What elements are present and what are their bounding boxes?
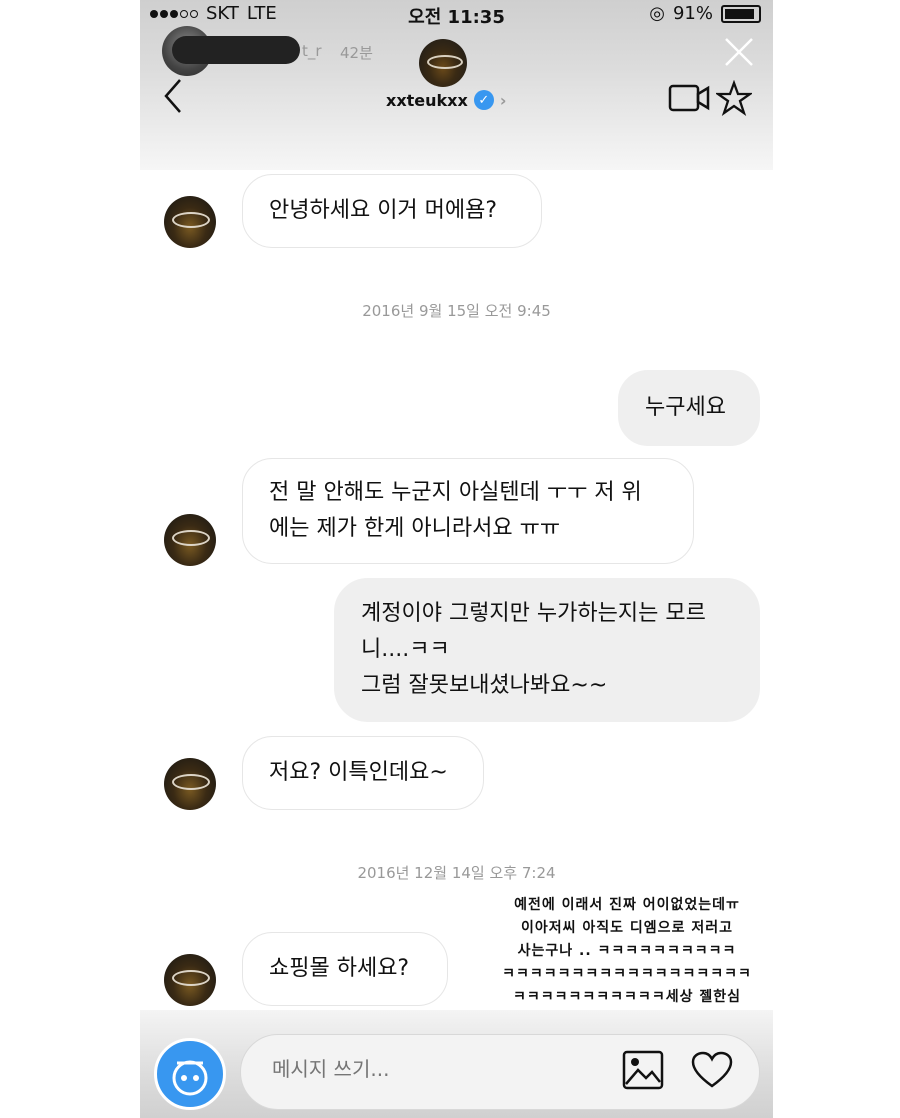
caption-line: ㅋㅋㅋㅋㅋㅋㅋㅋㅋㅋㅋ세상 젤한심 [513,989,741,1005]
status-right: ◎ 91% [649,3,761,24]
sender-avatar[interactable] [164,758,216,810]
back-icon[interactable] [162,76,184,116]
camera-icon [172,1060,208,1096]
chevron-right-icon: › [499,90,507,110]
message-timestamp: 2016년 12월 14일 오후 7:24 [357,864,556,882]
heart-icon[interactable] [690,1050,734,1090]
video-call-icon[interactable] [668,82,710,114]
camera-button[interactable] [154,1038,226,1110]
header-username: xxteukxx [386,90,468,110]
rotation-lock-icon: ◎ [649,3,665,24]
message-input[interactable] [270,1056,604,1082]
message-bubble-sent: 누구세요 [618,370,760,446]
battery-percent: 91% [672,3,713,24]
message-timestamp: 2016년 9월 15일 오전 9:45 [362,302,551,320]
message-bubble-received: 저요? 이특인데요~ [242,736,484,810]
story-username-fragment: t_r [302,42,322,60]
gallery-icon[interactable] [622,1050,664,1090]
header-avatar[interactable] [419,39,467,87]
message-text: 전 말 안해도 누군지 아실텐데 ㅜㅜ 저 위 [269,480,642,505]
story-caption: 예전에 이래서 진짜 어이없었는데ㅠ 이아저씨 아직도 디엠으로 저러고 사는구… [502,894,752,1009]
caption-line: 사는구나 .. ㅋㅋㅋㅋㅋㅋㅋㅋㅋㅋ [517,943,737,959]
caption-line: 이아저씨 아직도 디엠으로 저러고 [521,920,733,936]
message-text: 니....ㅋㅋ [361,637,450,662]
message-bubble-received: 안녕하세요 이거 머에욤? [242,174,542,248]
caption-line: ㅋㅋㅋㅋㅋㅋㅋㅋㅋㅋㅋㅋㅋㅋㅋㅋㅋㅋ [502,966,752,982]
message-text: 안녕하세요 이거 머에욤? [269,198,498,223]
redacted-username [172,36,300,64]
story-time-ago: 42분 [340,44,373,62]
sender-avatar[interactable] [164,514,216,566]
sender-avatar[interactable] [164,196,216,248]
status-bar: SKT LTE 오전 11:35 ◎ 91% [140,0,773,28]
message-text: 계정이야 그렇지만 누가하는지는 모르 [361,601,706,626]
header-username-row[interactable]: xxteukxx ✓ › [386,90,506,110]
star-icon[interactable] [716,80,752,116]
message-bubble-sent: 계정이야 그렇지만 누가하는지는 모르 니....ㅋㅋ 그럼 잘못보내셨나봐요~… [334,578,760,722]
verified-badge-icon: ✓ [473,90,494,110]
phone-screen: SKT LTE 오전 11:35 ◎ 91% t_r 42분 xxteukxx … [140,0,773,1118]
message-text: 그럼 잘못보내셨나봐요~~ [361,673,608,698]
message-text: 저요? 이특인데요~ [269,760,448,785]
close-icon[interactable] [723,36,755,68]
battery-icon [721,4,761,23]
caption-line: 예전에 이래서 진짜 어이없었는데ㅠ [514,897,740,913]
message-text: 에는 제가 한게 아니라서요 ㅠㅠ [269,516,561,541]
sender-avatar[interactable] [164,954,216,1006]
message-text: 쇼핑몰 하세요? [269,956,410,981]
message-text: 누구세요 [645,395,726,420]
message-bubble-received: 쇼핑몰 하세요? [242,932,448,1006]
message-bubble-received: 전 말 안해도 누군지 아실텐데 ㅜㅜ 저 위 에는 제가 한게 아니라서요 ㅠ… [242,458,694,564]
